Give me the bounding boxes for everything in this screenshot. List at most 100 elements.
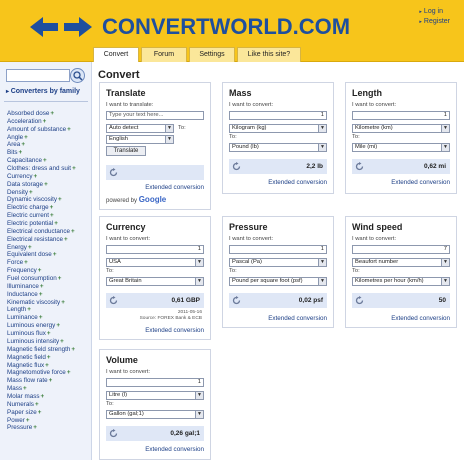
translate-text-input[interactable]: Type your text here... [106, 111, 204, 120]
from-unit-select[interactable]: Litre (l) ▼ [106, 391, 204, 400]
family-item[interactable]: Mass+ [7, 385, 91, 393]
family-item[interactable]: Equivalent dose+ [7, 251, 91, 259]
family-item[interactable]: Area+ [7, 141, 91, 149]
family-item[interactable]: Magnetomotive force+ [7, 369, 91, 377]
expand-plus-icon[interactable]: + [26, 417, 30, 424]
expand-plus-icon[interactable]: + [53, 251, 57, 258]
family-item[interactable]: Luminous intensity+ [7, 338, 91, 346]
search-input[interactable] [6, 69, 70, 82]
expand-plus-icon[interactable]: + [43, 157, 47, 164]
expand-plus-icon[interactable]: + [49, 377, 53, 384]
family-item[interactable]: Acceleration+ [7, 118, 91, 126]
extended-conversion-link[interactable]: Extended conversion [145, 327, 204, 334]
expand-plus-icon[interactable]: + [71, 228, 75, 235]
family-item[interactable]: Luminous energy+ [7, 322, 91, 330]
family-item[interactable]: Mass flow rate+ [7, 377, 91, 385]
family-item[interactable]: Inductance+ [7, 291, 91, 299]
extended-conversion-link[interactable]: Extended conversion [145, 446, 204, 453]
from-unit-select[interactable]: Kilogram (kg) ▼ [229, 124, 327, 133]
expand-plus-icon[interactable]: + [24, 134, 28, 141]
family-item[interactable]: Density+ [7, 189, 91, 197]
register-link[interactable]: Register [419, 17, 450, 27]
expand-plus-icon[interactable]: + [58, 196, 62, 203]
expand-plus-icon[interactable]: + [23, 385, 27, 392]
expand-plus-icon[interactable]: + [67, 126, 71, 133]
refresh-icon[interactable] [232, 296, 241, 305]
logo-arrows-icon[interactable] [30, 16, 92, 38]
family-item[interactable]: Paper size+ [7, 409, 91, 417]
extended-conversion-link[interactable]: Extended conversion [268, 179, 327, 186]
family-item[interactable]: Luminance+ [7, 314, 91, 322]
family-item[interactable]: Capacitance+ [7, 157, 91, 165]
expand-plus-icon[interactable]: + [44, 181, 48, 188]
expand-plus-icon[interactable]: + [67, 369, 71, 376]
tab-like-site[interactable]: Like this site? [237, 47, 301, 62]
expand-plus-icon[interactable]: + [38, 409, 42, 416]
family-item[interactable]: Magnetic flux+ [7, 362, 91, 370]
expand-plus-icon[interactable]: + [56, 322, 60, 329]
family-item[interactable]: Electrical resistance+ [7, 236, 91, 244]
family-item[interactable]: Absorbed dose+ [7, 110, 91, 118]
site-logo[interactable]: CONVERTWORLD.COM [102, 14, 350, 40]
from-unit-select[interactable]: Beaufort number ▼ [352, 258, 450, 267]
expand-plus-icon[interactable]: + [33, 424, 37, 431]
expand-plus-icon[interactable]: + [19, 149, 23, 156]
refresh-icon[interactable] [109, 296, 118, 305]
expand-plus-icon[interactable]: + [47, 354, 51, 361]
family-item[interactable]: Electric charge+ [7, 204, 91, 212]
extended-conversion-link[interactable]: Extended conversion [268, 315, 327, 322]
translate-from-select[interactable]: Auto detect ▼ [106, 124, 174, 133]
amount-input[interactable]: 1 [352, 111, 450, 120]
from-currency-select[interactable]: USA ▼ [106, 258, 204, 267]
family-item[interactable]: Bits+ [7, 149, 91, 157]
expand-plus-icon[interactable]: + [54, 220, 58, 227]
expand-plus-icon[interactable]: + [35, 401, 39, 408]
family-item[interactable]: Electric potential+ [7, 220, 91, 228]
expand-plus-icon[interactable]: + [50, 212, 54, 219]
family-item[interactable]: Angle+ [7, 134, 91, 142]
expand-plus-icon[interactable]: + [38, 267, 42, 274]
expand-plus-icon[interactable]: + [47, 330, 51, 337]
refresh-icon[interactable] [355, 296, 364, 305]
expand-plus-icon[interactable]: + [43, 118, 47, 125]
family-item[interactable]: Electric current+ [7, 212, 91, 220]
tab-settings[interactable]: Settings [189, 47, 235, 62]
family-item[interactable]: Pressure+ [7, 424, 91, 432]
expand-plus-icon[interactable]: + [24, 259, 28, 266]
tab-forum[interactable]: Forum [141, 47, 187, 62]
expand-plus-icon[interactable]: + [41, 393, 45, 400]
family-item[interactable]: Electrical conductance+ [7, 228, 91, 236]
expand-plus-icon[interactable]: + [45, 362, 49, 369]
expand-plus-icon[interactable]: + [29, 189, 33, 196]
to-unit-select[interactable]: Pound per square foot (psf) ▼ [229, 277, 327, 286]
family-item[interactable]: Force+ [7, 259, 91, 267]
expand-plus-icon[interactable]: + [39, 314, 43, 321]
expand-plus-icon[interactable]: + [39, 291, 43, 298]
refresh-icon[interactable] [109, 429, 118, 438]
from-unit-select[interactable]: Pascal (Pa) ▼ [229, 258, 327, 267]
expand-plus-icon[interactable]: + [60, 338, 64, 345]
amount-input[interactable]: 1 [229, 245, 327, 254]
expand-plus-icon[interactable]: + [72, 165, 76, 172]
family-item[interactable]: Amount of substance+ [7, 126, 91, 134]
expand-plus-icon[interactable]: + [61, 299, 65, 306]
amount-input[interactable]: 1 [229, 111, 327, 120]
family-item[interactable]: Luminous flux+ [7, 330, 91, 338]
login-link[interactable]: Log in [419, 7, 450, 17]
extended-conversion-link[interactable]: Extended conversion [391, 179, 450, 186]
to-unit-select[interactable]: Pound (lb) ▼ [229, 143, 327, 152]
family-item[interactable]: Illuminance+ [7, 283, 91, 291]
family-item[interactable]: Currency+ [7, 173, 91, 181]
to-unit-select[interactable]: Kilometres per hour (km/h) ▼ [352, 277, 450, 286]
to-unit-select[interactable]: Mile (mi) ▼ [352, 143, 450, 152]
tab-convert[interactable]: Convert [93, 47, 139, 62]
extended-conversion-link[interactable]: Extended conversion [391, 315, 450, 322]
expand-plus-icon[interactable]: + [21, 141, 25, 148]
extended-conversion-link[interactable]: Extended conversion [145, 184, 204, 191]
family-item[interactable]: Energy+ [7, 244, 91, 252]
family-item[interactable]: Length+ [7, 306, 91, 314]
expand-plus-icon[interactable]: + [50, 204, 54, 211]
family-item[interactable]: Dynamic viscosity+ [7, 196, 91, 204]
family-item[interactable]: Power+ [7, 417, 91, 425]
family-item[interactable]: Frequency+ [7, 267, 91, 275]
